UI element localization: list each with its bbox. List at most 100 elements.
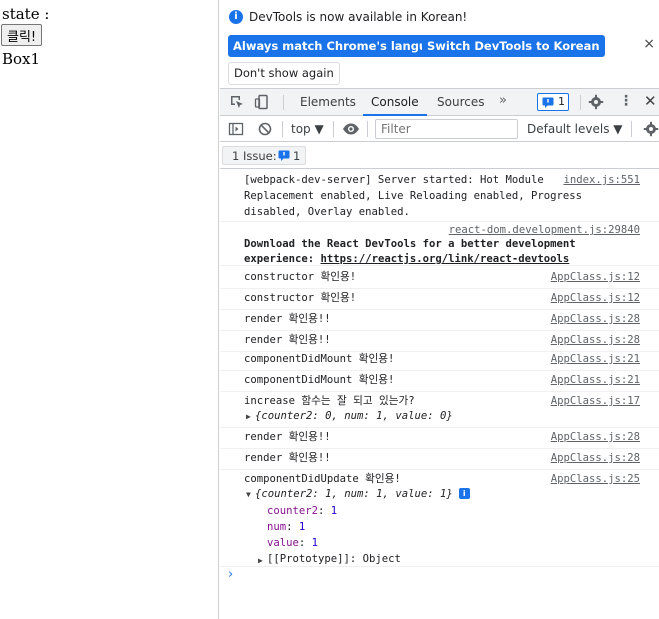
- console-settings-gear-icon[interactable]: [643, 121, 659, 137]
- property-value: 1: [311, 537, 319, 549]
- collapse-triangle-icon[interactable]: ▼: [246, 490, 251, 499]
- tab-elements[interactable]: Elements: [300, 89, 356, 116]
- object-preview: {counter2: 1, num: 1, value: 1}: [255, 488, 453, 500]
- message-text: componentDidMount 확인용!: [244, 353, 395, 365]
- message-text: constructor 확인용!: [244, 271, 357, 283]
- devtools-panel: i DevTools is now available in Korean! A…: [220, 0, 659, 619]
- console-messages: [webpack-dev-server] Server started: Hot…: [220, 169, 659, 619]
- logged-object[interactable]: {counter2: 0, num: 1, value: 0}: [255, 408, 453, 424]
- console-toolbar: top ▼ Default levels ▼: [220, 116, 659, 142]
- console-message: increase 함수는 잘 되고 있는가? AppClass.js:17 ▶ …: [220, 393, 659, 428]
- console-message: componentDidUpdate 확인용! AppClass.js:25 ▼…: [220, 471, 659, 567]
- console-message: constructor 확인용! AppClass.js:12: [220, 269, 659, 289]
- more-options-icon[interactable]: ⋮: [619, 93, 633, 109]
- more-tabs-icon[interactable]: »: [499, 93, 507, 108]
- console-message: constructor 확인용! AppClass.js:12: [220, 290, 659, 310]
- console-message: componentDidMount 확인용! AppClass.js:21: [220, 351, 659, 371]
- divider: [580, 95, 581, 110]
- switch-language-button[interactable]: Switch DevTools to Korean: [422, 35, 605, 57]
- expand-triangle-icon[interactable]: ▶: [246, 412, 251, 421]
- expand-triangle-icon[interactable]: ▶: [258, 556, 263, 565]
- source-link[interactable]: index.js:551: [563, 172, 640, 188]
- tab-sources[interactable]: Sources: [437, 89, 484, 116]
- console-message: render 확인용!! AppClass.js:28: [220, 332, 659, 352]
- box-text: Box1: [2, 50, 41, 68]
- issues-pill[interactable]: 1 Issue: 1: [222, 146, 306, 165]
- property-value: 1: [298, 521, 306, 533]
- source-link[interactable]: AppClass.js:21: [551, 372, 640, 388]
- divider: [367, 121, 368, 137]
- close-icon[interactable]: ×: [643, 36, 655, 52]
- divider: [631, 121, 632, 137]
- message-text: render 확인용!!: [244, 334, 331, 346]
- dont-show-again-button[interactable]: Don't show again: [228, 62, 340, 85]
- object-property: counter2: 1: [267, 505, 338, 517]
- message-text: increase 함수는 잘 되고 있는가?: [244, 395, 415, 407]
- message-text: [webpack-dev-server] Server started: Hot…: [244, 174, 544, 186]
- click-button[interactable]: 클릭!: [1, 24, 43, 46]
- message-text: componentDidMount 확인용!: [244, 374, 395, 386]
- log-levels-dropdown[interactable]: Default levels ▼: [527, 122, 623, 136]
- issues-bar: 1 Issue: 1: [220, 142, 659, 169]
- react-devtools-link[interactable]: https://reactjs.org/link/react-devtools: [321, 253, 570, 265]
- issue-flag-icon: [278, 150, 290, 161]
- prototype-entry[interactable]: [[Prototype]]: Object: [267, 551, 401, 567]
- issues-count: 1: [558, 95, 565, 108]
- live-expression-eye-icon[interactable]: [342, 122, 360, 136]
- message-text-cont: disabled, Overlay enabled.: [244, 206, 410, 218]
- message-text: componentDidUpdate 확인용!: [244, 473, 401, 485]
- device-toolbar-icon[interactable]: [254, 94, 270, 110]
- close-devtools-icon[interactable]: ✕: [644, 92, 657, 110]
- issue-flag-icon: [542, 97, 554, 108]
- page-viewport: state : 클릭! Box1: [0, 0, 219, 619]
- source-link[interactable]: AppClass.js:28: [551, 311, 640, 327]
- settings-gear-icon[interactable]: [588, 94, 604, 110]
- info-icon[interactable]: i: [458, 488, 470, 499]
- console-message: render 확인용!! AppClass.js:28: [220, 311, 659, 331]
- message-text: render 확인용!!: [244, 431, 331, 443]
- console-message: componentDidMount 확인용! AppClass.js:21: [220, 372, 659, 392]
- object-property: num: 1: [267, 521, 306, 533]
- console-message: render 확인용!! AppClass.js:28: [220, 450, 659, 470]
- source-link[interactable]: AppClass.js:28: [551, 332, 640, 348]
- property-key: value: [267, 537, 299, 549]
- message-text: Download the React DevTools for a better…: [244, 238, 576, 250]
- property-value: 1: [330, 505, 338, 517]
- clear-console-icon[interactable]: [257, 121, 273, 137]
- language-infobar: i DevTools is now available in Korean! A…: [220, 0, 659, 89]
- source-link[interactable]: AppClass.js:17: [551, 393, 640, 409]
- source-link[interactable]: AppClass.js:12: [551, 269, 640, 285]
- console-message: render 확인용!! AppClass.js:28: [220, 429, 659, 449]
- issues-label: 1 Issue:: [232, 149, 277, 163]
- source-link[interactable]: AppClass.js:28: [551, 450, 640, 466]
- sidebar-toggle-icon[interactable]: [228, 121, 244, 137]
- source-link[interactable]: AppClass.js:21: [551, 351, 640, 367]
- console-prompt[interactable]: ›: [228, 567, 233, 582]
- property-key: num: [267, 521, 287, 533]
- state-label: state :: [2, 5, 50, 23]
- info-icon: i: [229, 10, 243, 24]
- console-message: react-dom.development.js:29840 Download …: [220, 222, 659, 266]
- inspect-element-icon[interactable]: [229, 94, 245, 110]
- tab-console[interactable]: Console: [363, 89, 427, 116]
- object-property: value: 1: [267, 537, 319, 549]
- source-link[interactable]: AppClass.js:12: [551, 290, 640, 306]
- divider: [333, 121, 334, 137]
- source-link[interactable]: AppClass.js:25: [551, 471, 640, 487]
- source-link[interactable]: AppClass.js:28: [551, 429, 640, 445]
- devtools-tabbar: Elements Console Sources » 1 ⋮ ✕: [220, 89, 659, 116]
- console-message: [webpack-dev-server] Server started: Hot…: [220, 172, 659, 222]
- property-key: counter2: [267, 505, 319, 517]
- issues-badge[interactable]: 1: [537, 93, 569, 111]
- divider: [282, 121, 283, 137]
- context-selector[interactable]: top ▼: [291, 122, 324, 136]
- divider: [283, 95, 284, 110]
- logged-object[interactable]: {counter2: 1, num: 1, value: 1} i: [255, 486, 470, 502]
- message-text: constructor 확인용!: [244, 292, 357, 304]
- infobar-message: DevTools is now available in Korean!: [249, 10, 468, 24]
- message-prefix: experience:: [244, 253, 321, 265]
- filter-input[interactable]: [375, 119, 518, 139]
- issues-pill-count: 1: [293, 149, 301, 163]
- message-text: render 확인용!!: [244, 313, 331, 325]
- message-text: render 확인용!!: [244, 452, 331, 464]
